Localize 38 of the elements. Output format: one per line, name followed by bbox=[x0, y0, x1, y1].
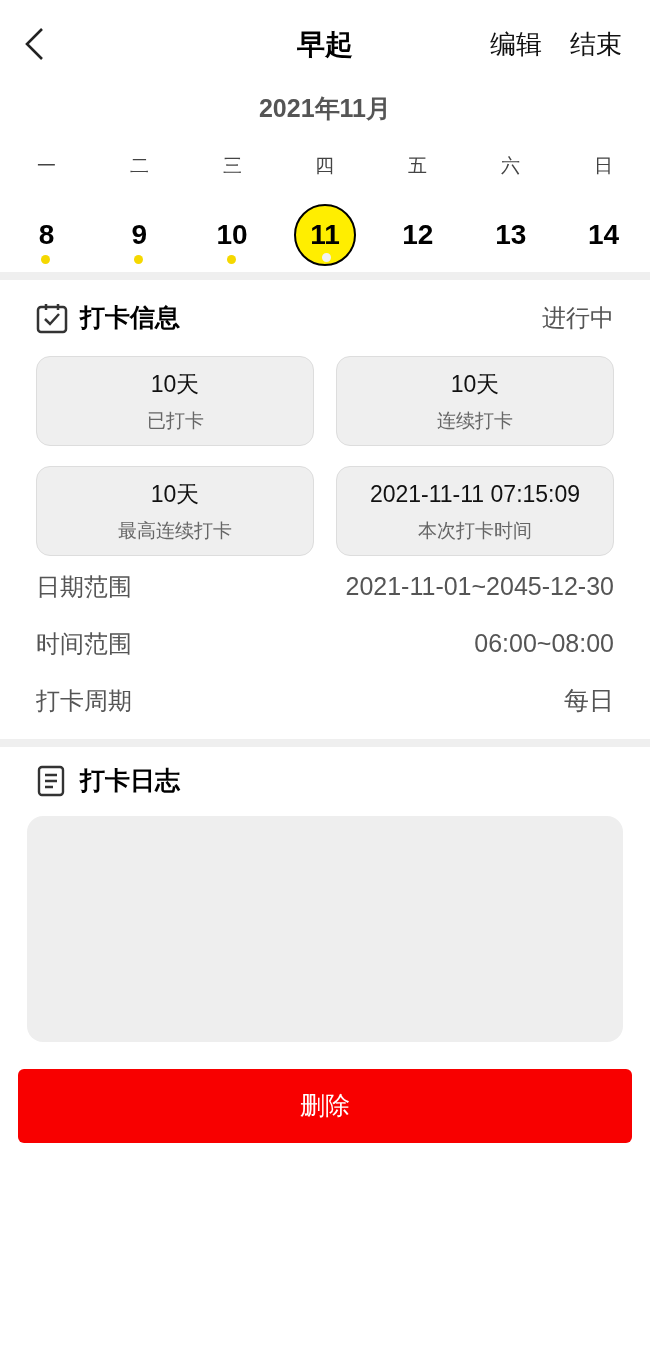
day-cell[interactable]: 11 bbox=[294, 204, 356, 266]
field-value: 每日 bbox=[564, 684, 614, 716]
month-label: 2021年11月 bbox=[258, 93, 391, 124]
stat-value: 2021-11-11 07:15:09 bbox=[369, 479, 581, 509]
field-value: 06:00~08:00 bbox=[474, 627, 614, 659]
day-cell[interactable]: 14 bbox=[572, 204, 635, 266]
stat-label: 已打卡 bbox=[146, 409, 204, 433]
weekday-label: 二 bbox=[129, 153, 149, 178]
stat-value: 10天 bbox=[150, 369, 200, 399]
action-link[interactable]: 编辑 bbox=[490, 24, 542, 64]
weekday-label: 四 bbox=[315, 153, 335, 178]
day-cell[interactable]: 12 bbox=[386, 204, 449, 266]
stat-value: 10天 bbox=[450, 369, 500, 399]
stat-label: 本次打卡时间 bbox=[418, 519, 532, 543]
stat-value: 10天 bbox=[150, 479, 200, 509]
day-cell[interactable]: 10 bbox=[201, 204, 264, 266]
weekday-label: 日 bbox=[594, 153, 614, 178]
document-icon bbox=[37, 765, 65, 797]
weekday-label: 六 bbox=[501, 153, 521, 178]
weekday-label: 三 bbox=[222, 153, 242, 178]
weekday-label: 一 bbox=[36, 153, 56, 178]
delete-button[interactable]: 删除 bbox=[18, 1069, 632, 1143]
status-label: 进行中 bbox=[542, 303, 614, 333]
day-cell[interactable]: 13 bbox=[479, 204, 542, 266]
field-label: 时间范围 bbox=[36, 628, 132, 659]
section-title: 打卡日志 bbox=[80, 765, 180, 797]
day-cell[interactable]: 9 bbox=[108, 204, 171, 266]
section-title: 打卡信息 bbox=[80, 302, 180, 334]
stat-label: 最高连续打卡 bbox=[118, 519, 232, 543]
stat-label: 连续打卡 bbox=[437, 409, 513, 433]
action-link[interactable]: 结束 bbox=[570, 24, 622, 64]
day-cell[interactable]: 8 bbox=[15, 204, 78, 266]
field-label: 日期范围 bbox=[36, 571, 132, 602]
field-label: 打卡周期 bbox=[36, 685, 132, 716]
calendar-check-icon bbox=[36, 302, 68, 334]
weekday-label: 五 bbox=[408, 153, 428, 178]
page-title: 早起 bbox=[297, 28, 353, 62]
field-value: 2021-11-01~2045-12-30 bbox=[345, 570, 614, 602]
